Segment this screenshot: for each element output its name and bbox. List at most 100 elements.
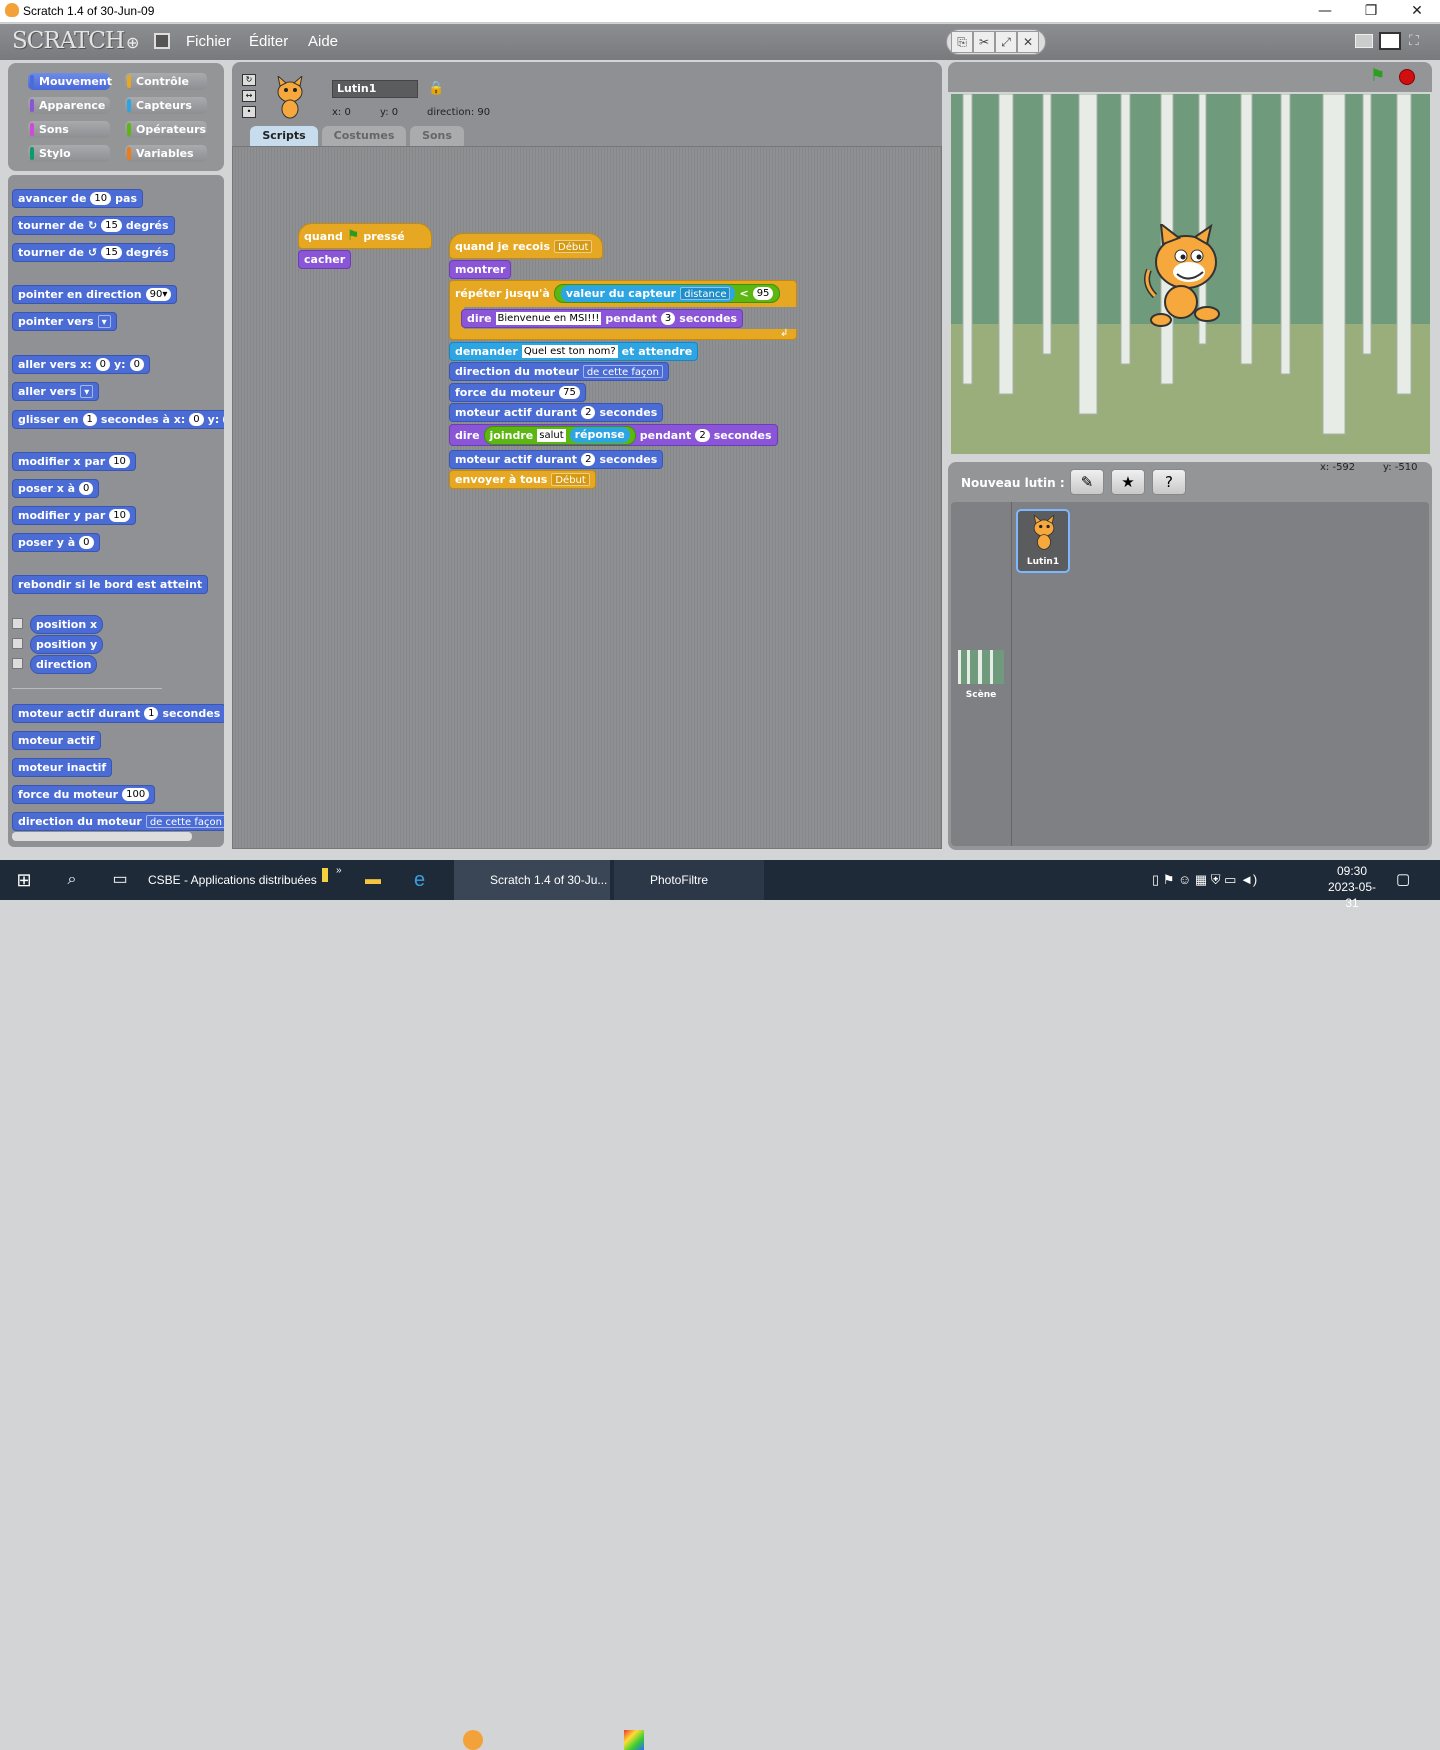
category-panel: Mouvement Contrôle Apparence Capteurs So… [8,63,224,171]
windows-start-icon[interactable]: ⊞ [0,860,48,900]
green-flag-icon[interactable]: ⚑ [1370,66,1385,86]
stage-thumb[interactable] [958,650,1004,684]
block-set-y[interactable]: poser y à0 [12,533,100,552]
no-rotate-icon[interactable]: • [242,106,256,118]
close-button[interactable]: ✕ [1394,0,1440,23]
choose-sprite-button[interactable]: ★ [1111,469,1145,495]
duplicate-icon[interactable]: ⎘ [951,31,973,53]
checkbox-direction[interactable] [12,658,23,669]
block-move[interactable]: avancer de 10 pas [12,189,144,208]
category-variables[interactable]: Variables [125,145,207,162]
block-ask[interactable]: demander Quel est ton nom? et attendre [449,342,699,361]
stage-header: ⚑ [948,62,1432,92]
block-bounce[interactable]: rebondir si le bord est atteint [12,575,209,594]
lock-icon[interactable]: 🔒 [428,81,444,96]
shrink-icon[interactable]: ✕ [1017,31,1039,53]
reporter-direction[interactable]: direction [30,655,98,674]
block-motor-on[interactable]: moteur actif [12,731,101,750]
save-icon[interactable] [154,33,170,49]
checkbox-position-y[interactable] [12,638,23,649]
menu-edit[interactable]: Éditer [249,33,288,50]
block-motor-power[interactable]: force du moteur 75 [449,383,586,402]
delete-icon[interactable]: ✂ [973,31,995,53]
grow-icon[interactable]: ⤢ [995,31,1017,53]
random-sprite-button[interactable]: ? [1152,469,1186,495]
category-controle[interactable]: Contrôle [125,73,207,90]
menu-file[interactable]: Fichier [186,33,231,50]
taskbar-item-photofiltre[interactable]: PhotoFiltre [614,860,764,900]
block-show[interactable]: montrer [449,260,512,279]
stage[interactable] [951,94,1430,454]
clock[interactable]: 09:30 2023-05-31 [1322,863,1382,910]
paint-star-icon: ✎ [1080,473,1094,491]
scripts-area[interactable]: quand ⚑ pressé cacher quand je recois Début… [232,146,942,849]
category-stylo[interactable]: Stylo [28,145,110,162]
file-explorer-icon[interactable]: ▬ [365,860,391,900]
category-operateurs[interactable]: Opérateurs [125,121,207,138]
task-view-icon[interactable]: ▭ [96,860,144,900]
sprite-name-field[interactable]: Lutin1 [332,80,418,98]
block-broadcast[interactable]: envoyer à tous Début [449,470,596,489]
stop-icon[interactable] [1399,69,1415,85]
tab-sounds[interactable]: Sons [410,126,464,146]
block-turn-right[interactable]: tourner de ↻ 15 degrés [12,216,175,235]
tray-icons[interactable]: ▯ ⚑ ☺ ▦ ⛨ ▭ ◄) [1152,860,1257,900]
block-turn-left[interactable]: tourner de ↺ 15 degrés [12,243,175,262]
paint-sprite-button[interactable]: ✎ [1070,469,1104,495]
block-change-x[interactable]: modifier x par 10 [12,452,136,471]
category-sons[interactable]: Sons [28,121,110,138]
block-motor-on-for[interactable]: moteur actif durant 2 secondes [449,403,664,422]
rotate-style-icon[interactable]: ↻ [242,74,256,86]
block-goto-xy[interactable]: aller vers x: 0 y: 0 [12,355,150,374]
block-motor-power[interactable]: force du moteur 100 [12,785,156,804]
sprite-thumb-lutin1[interactable]: Lutin1 [1016,509,1070,573]
sprite-thumb-label: Lutin1 [1026,557,1060,567]
reporter-position-y[interactable]: position y [30,635,104,654]
turn-left-icon: ↺ [87,246,98,259]
block-motor-off[interactable]: moteur inactif [12,758,113,777]
block-goto[interactable]: aller vers ▾ [12,382,100,401]
block-motor-on-for-2[interactable]: moteur actif durant 2 secondes [449,450,664,469]
minimize-button[interactable]: — [1302,0,1348,23]
globe-icon[interactable]: ⊕ [126,33,139,52]
block-glide[interactable]: glisser en1secondes à x:0y:0 [12,410,224,429]
mouse-y-readout: y: -510 [1383,462,1418,473]
edge-icon[interactable]: e [414,860,440,900]
block-point-direction[interactable]: pointer en direction 90▾ [12,285,178,304]
sprite-y: y: 0 [380,107,399,118]
overflow-chevron-icon[interactable]: » [336,860,342,900]
tab-scripts[interactable]: Scripts [250,126,318,146]
block-point-towards[interactable]: pointer vers ▾ [12,312,117,331]
menu-bar: SCRATCH ⊕ Fichier Éditer Aide ⎘ ✂ ⤢ ✕ ⛶ [0,24,1440,60]
maximize-button[interactable]: ❐ [1348,0,1394,23]
menu-help[interactable]: Aide [308,33,338,50]
small-stage-icon[interactable] [1355,34,1373,48]
palette-scrollbar[interactable] [12,832,192,841]
category-capteurs[interactable]: Capteurs [125,97,207,114]
block-say-for[interactable]: dire Bienvenue en MSI!!! pendant 3 secondes [461,309,744,328]
taskbar-item-scratch[interactable]: Scratch 1.4 of 30-Ju... [454,860,610,900]
block-set-x[interactable]: poser x à0 [12,479,100,498]
block-motor-direction[interactable]: direction du moteur de cette façon [449,362,669,381]
block-say-join[interactable]: dire joindre salut réponse pendant 2 second… [449,424,778,446]
block-motor-direction[interactable]: direction du moteur de cette façon [12,812,224,831]
reporter-position-x[interactable]: position x [30,615,104,634]
flip-style-icon[interactable]: ↔ [242,90,256,102]
category-mouvement[interactable]: Mouvement [28,73,112,90]
hat-green-flag[interactable]: quand ⚑ pressé [298,223,432,249]
hat-when-receive[interactable]: quand je recois Début [449,233,603,259]
normal-stage-icon[interactable] [1379,32,1401,50]
category-apparence[interactable]: Apparence [28,97,110,114]
tab-costumes[interactable]: Costumes [322,126,406,146]
taskbar-item-csbe[interactable]: CSBE - Applications distribuées [148,860,317,900]
cat-sprite[interactable] [1141,224,1223,329]
block-motor-on-for[interactable]: moteur actif durant 1 secondes [12,704,224,723]
block-hide[interactable]: cacher [298,250,352,269]
notifications-icon[interactable]: ▢ [1396,860,1420,900]
sprite-direction: direction: 90 [427,107,491,118]
new-sprite-label: Nouveau lutin : [961,476,1065,490]
block-change-y[interactable]: modifier y par 10 [12,506,136,525]
checkbox-position-x[interactable] [12,618,23,629]
search-icon[interactable]: ⌕ [48,860,96,900]
presentation-icon[interactable]: ⛶ [1409,33,1427,49]
